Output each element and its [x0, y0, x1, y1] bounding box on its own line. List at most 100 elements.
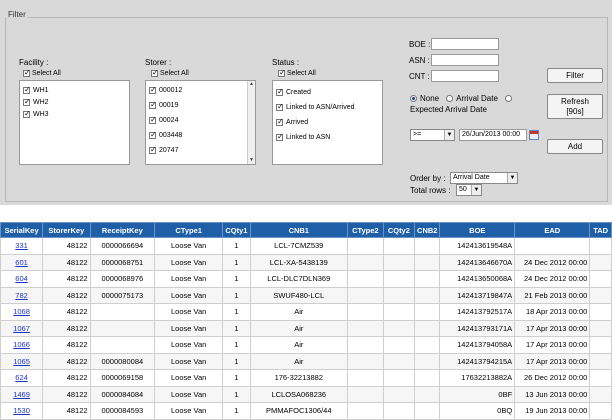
- column-header[interactable]: StorerKey: [42, 222, 91, 238]
- serial-key-link[interactable]: 782: [15, 291, 28, 300]
- add-button[interactable]: Add: [547, 139, 603, 154]
- total-rows-label: Total rows :: [410, 186, 451, 195]
- status-list[interactable]: Created Linked to ASN/Arrived Arrived Li…: [272, 80, 383, 165]
- serial-key-link[interactable]: 331: [15, 241, 28, 250]
- chevron-down-icon[interactable]: ▼: [444, 130, 454, 140]
- refresh-button[interactable]: Refresh [90s]: [547, 94, 603, 119]
- table-row[interactable]: 1066 48122 Loose Van 1 Air 142413794058A 17 Ap…: [0, 336, 612, 354]
- cnt-input[interactable]: [431, 70, 499, 82]
- radio-expected-arrival-date[interactable]: [504, 95, 512, 102]
- serial-key-link[interactable]: 1066: [13, 340, 30, 349]
- table-cell: [414, 336, 441, 354]
- checkbox[interactable]: [149, 85, 157, 94]
- storer-item[interactable]: 000012: [149, 85, 182, 94]
- table-row[interactable]: 1067 48122 Loose Van 1 Air 142413793171A 17 Ap…: [0, 319, 612, 337]
- checkbox[interactable]: [276, 87, 284, 96]
- serial-key-link[interactable]: 1065: [13, 357, 30, 366]
- table-cell: 48122: [42, 286, 91, 304]
- date-input[interactable]: 26/Jun/2013 00:00: [459, 129, 527, 141]
- serial-key-link[interactable]: 624: [15, 373, 28, 382]
- checkbox[interactable]: [149, 115, 157, 124]
- column-header[interactable]: BOE: [439, 222, 516, 238]
- column-header[interactable]: CNB2: [414, 222, 441, 238]
- checkbox[interactable]: [149, 145, 157, 154]
- order-by-select[interactable]: Arrival Date ▼: [450, 172, 518, 184]
- table-cell: 0000066694: [89, 237, 156, 255]
- table-cell: [347, 303, 384, 321]
- table-row[interactable]: 1530 48122 0000084593 Loose Van 1 PMMAFOC1306…: [0, 402, 612, 420]
- table-row[interactable]: 782 48122 0000075173 Loose Van 1 SWUF480-LCL 1…: [0, 286, 612, 304]
- checkbox[interactable]: [23, 85, 31, 94]
- scroll-down-icon[interactable]: ▼: [248, 157, 255, 164]
- serial-key-link[interactable]: 604: [15, 274, 28, 283]
- table-cell: 142413619548A: [439, 237, 516, 255]
- column-header[interactable]: CType1: [154, 222, 224, 238]
- storer-item[interactable]: 00019: [149, 100, 178, 109]
- storer-item[interactable]: 003448: [149, 130, 182, 139]
- facility-item[interactable]: WH1: [23, 85, 49, 94]
- status-item[interactable]: Arrived: [276, 117, 308, 126]
- storer-item[interactable]: 00024: [149, 115, 178, 124]
- scroll-up-icon[interactable]: ▲: [248, 81, 255, 88]
- column-header[interactable]: ReceiptKey: [89, 222, 156, 238]
- storer-list[interactable]: 000012 00019 00024 003448 20747 ▲ ▼: [145, 80, 256, 165]
- table-row[interactable]: 331 48122 0000066694 Loose Van 1 LCL-7CMZ539 1…: [0, 237, 612, 255]
- table-cell: 1065: [0, 352, 44, 370]
- facility-item[interactable]: WH2: [23, 97, 49, 106]
- status-item[interactable]: Linked to ASN: [276, 132, 330, 141]
- column-header[interactable]: SerialKey: [0, 222, 44, 238]
- serial-key-link[interactable]: 1068: [13, 307, 30, 316]
- table-cell: [382, 319, 416, 337]
- table-row[interactable]: 1469 48122 0000084084 Loose Van 1 LCLOSA06823…: [0, 385, 612, 403]
- table-row[interactable]: 624 48122 0000069158 Loose Van 1 176-32213882…: [0, 369, 612, 387]
- total-rows-select[interactable]: 50 ▼: [456, 184, 482, 196]
- checkbox[interactable]: [23, 109, 31, 118]
- table-row[interactable]: 601 48122 0000068751 Loose Van 1 LCL-XA-54381…: [0, 253, 612, 271]
- checkbox[interactable]: [276, 102, 284, 111]
- serial-key-link[interactable]: 601: [15, 258, 28, 267]
- table-cell: 0BQ: [439, 402, 516, 420]
- status-item[interactable]: Created: [276, 87, 311, 96]
- boe-input[interactable]: [431, 38, 499, 50]
- filter-button[interactable]: Filter: [547, 68, 603, 83]
- storer-select-all[interactable]: Select All: [151, 68, 189, 77]
- table-row[interactable]: 604 48122 0000068976 Loose Van 1 LCL-DLC7DLN3…: [0, 270, 612, 288]
- serial-key-link[interactable]: 1067: [13, 324, 30, 333]
- chevron-down-icon[interactable]: ▼: [507, 173, 517, 183]
- checkbox[interactable]: [149, 130, 157, 139]
- status-item[interactable]: Linked to ASN/Arrived: [276, 102, 354, 111]
- operator-select[interactable]: >= ▼: [410, 129, 455, 141]
- table-cell: [589, 319, 612, 337]
- serial-key-link[interactable]: 1530: [13, 406, 30, 415]
- status-select-all[interactable]: Select All: [278, 68, 316, 77]
- status-select-all-checkbox[interactable]: [278, 68, 286, 77]
- column-header[interactable]: TAD: [589, 222, 612, 238]
- checkbox[interactable]: [276, 117, 284, 126]
- storer-item[interactable]: 20747: [149, 145, 178, 154]
- storer-scrollbar[interactable]: ▲ ▼: [247, 81, 255, 164]
- column-header[interactable]: CQty2: [382, 222, 416, 238]
- column-header[interactable]: CQty1: [222, 222, 251, 238]
- facility-list[interactable]: WH1 WH2 WH3: [19, 80, 130, 165]
- order-by-label: Order by :: [410, 174, 446, 183]
- asn-input[interactable]: [431, 54, 499, 66]
- table-cell: 48122: [42, 402, 91, 420]
- chevron-down-icon[interactable]: ▼: [471, 185, 481, 195]
- column-header[interactable]: EAD: [514, 222, 591, 238]
- calendar-icon[interactable]: [529, 130, 539, 140]
- facility-select-all[interactable]: Select All: [23, 68, 61, 77]
- column-header[interactable]: CType2: [347, 222, 384, 238]
- facility-select-all-checkbox[interactable]: [23, 68, 31, 77]
- table-row[interactable]: 1065 48122 0000080084 Loose Van 1 Air 14241379…: [0, 352, 612, 370]
- checkbox[interactable]: [23, 97, 31, 106]
- table-row[interactable]: 1068 48122 Loose Van 1 Air 142413792517A 18 Ap…: [0, 303, 612, 321]
- storer-select-all-checkbox[interactable]: [151, 68, 159, 77]
- column-header[interactable]: CNB1: [249, 222, 349, 238]
- checkbox[interactable]: [149, 100, 157, 109]
- checkbox[interactable]: [276, 132, 284, 141]
- radio-arrival-date[interactable]: [446, 95, 454, 102]
- facility-item[interactable]: WH3: [23, 109, 49, 118]
- table-cell: 0000068976: [89, 270, 156, 288]
- serial-key-link[interactable]: 1469: [13, 390, 30, 399]
- radio-none[interactable]: [410, 95, 417, 102]
